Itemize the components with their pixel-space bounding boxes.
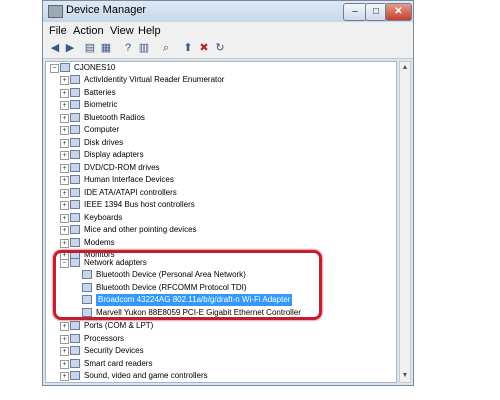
expand-icon[interactable]: +: [60, 101, 69, 110]
expand-icon[interactable]: +: [60, 213, 69, 223]
minimize-button[interactable]: –: [343, 3, 367, 21]
tree-category-row-label: Smart card readers: [84, 358, 153, 368]
menu-view[interactable]: View: [110, 25, 134, 37]
device-category-icon: [70, 162, 80, 172]
menu-action[interactable]: Action: [73, 25, 104, 37]
tree-category-row-label: Batteries: [84, 87, 116, 97]
expand-icon[interactable]: +: [60, 226, 69, 235]
device-category-icon: [70, 137, 80, 147]
device-category-icon: [70, 212, 80, 222]
expand-icon[interactable]: +: [60, 322, 69, 331]
tree-category-row-label: ActivIdentity Virtual Reader Enumerator: [84, 75, 225, 84]
device-category-icon: [70, 321, 80, 330]
menu-file[interactable]: File: [49, 25, 67, 37]
expand-icon[interactable]: +: [60, 138, 69, 148]
computer-icon: [60, 63, 70, 72]
expand-icon[interactable]: +: [60, 176, 69, 185]
window-title: Device Manager: [66, 4, 147, 16]
scroll-up-icon[interactable]: ▲: [400, 63, 410, 73]
vertical-scrollbar[interactable]: ▲ ▼: [399, 61, 411, 383]
collapse-icon[interactable]: −: [50, 64, 59, 73]
network-adapters-highlight: [53, 250, 322, 320]
expand-icon[interactable]: +: [60, 188, 69, 198]
title-bar[interactable]: Device Manager – □ ✕: [43, 1, 413, 22]
forward-arrow-icon[interactable]: ▶: [63, 42, 77, 55]
toolbar: ◀ ▶ ▤ ▦ ? ▥ ⌕ ⬆ ✖ ↻: [43, 40, 413, 59]
tree-category-row-label: Mice and other pointing devices: [84, 225, 197, 234]
tree-category-row-label: DVD/CD-ROM drives: [84, 162, 160, 172]
device-category-icon: [70, 358, 80, 368]
expand-icon[interactable]: +: [60, 359, 69, 369]
tree-category-row-label: IDE ATA/ATAPI controllers: [84, 187, 177, 197]
tree-category-row-label: Computer: [84, 125, 120, 134]
device-manager-window: Device Manager – □ ✕ File Action View He…: [42, 0, 414, 386]
expand-icon[interactable]: +: [60, 76, 69, 85]
menu-help[interactable]: Help: [138, 25, 161, 37]
device-category-icon: [70, 87, 80, 97]
enable-device-icon[interactable]: ↻: [213, 42, 227, 55]
tree-category-row-label: Ports (COM & LPT): [84, 321, 154, 330]
expand-icon[interactable]: +: [60, 113, 69, 123]
root-label: CJONES10: [74, 63, 116, 72]
device-category-icon: [70, 371, 80, 380]
expand-icon[interactable]: +: [60, 88, 69, 98]
help-icon[interactable]: ?: [121, 42, 135, 55]
device-category-icon: [70, 237, 80, 247]
device-category-icon: [70, 75, 80, 84]
close-button[interactable]: ✕: [385, 3, 412, 21]
device-category-icon: [70, 175, 80, 184]
back-arrow-icon[interactable]: ◀: [48, 42, 62, 55]
scroll-down-icon[interactable]: ▼: [400, 371, 410, 381]
expand-icon[interactable]: +: [60, 372, 69, 381]
scan-hardware-icon[interactable]: ⌕: [159, 42, 173, 55]
show-hide-tree-icon[interactable]: ▤: [83, 42, 97, 55]
device-category-icon: [70, 346, 80, 355]
tree-category-row-label: Human Interface Devices: [84, 175, 174, 184]
tree-category-row-label: Disk drives: [84, 137, 124, 147]
device-category-icon: [70, 125, 80, 134]
device-category-icon: [70, 333, 80, 343]
tree-category-row-label: Modems: [84, 237, 115, 247]
device-tree[interactable]: − CJONES10 + ActivIdentity Virtual Reader…: [45, 61, 397, 383]
device-category-icon: [70, 112, 80, 122]
tree-category-row-label: Display adapters: [84, 150, 144, 159]
tree-category-row-label: Biometric: [84, 100, 118, 109]
tree-category-row-label: Keyboards: [84, 212, 123, 222]
expand-icon[interactable]: +: [60, 126, 69, 135]
tree-category-row-label: Bluetooth Radios: [84, 112, 145, 122]
maximize-button[interactable]: □: [365, 3, 387, 21]
device-category-icon: [70, 100, 80, 109]
tree-category-row-label: Security Devices: [84, 346, 144, 355]
device-category-icon: [70, 200, 80, 209]
properties-icon[interactable]: ▦: [99, 42, 113, 55]
uninstall-icon[interactable]: ✖: [197, 42, 211, 55]
tree-category-row-label: Sound, video and game controllers: [84, 371, 208, 380]
device-category-icon: [70, 225, 80, 234]
expand-icon[interactable]: +: [60, 238, 69, 248]
device-category-icon: [70, 150, 80, 159]
expand-icon[interactable]: +: [60, 201, 69, 210]
expand-icon[interactable]: +: [60, 347, 69, 356]
expand-icon[interactable]: +: [60, 151, 69, 160]
device-category-icon: [70, 187, 80, 197]
view-icon[interactable]: ▥: [137, 42, 151, 55]
tree-category-row-label: Processors: [84, 333, 125, 343]
expand-icon[interactable]: +: [60, 163, 69, 173]
device-manager-icon: [48, 5, 63, 18]
menu-bar: File Action View Help: [43, 22, 413, 40]
update-driver-icon[interactable]: ⬆: [181, 42, 195, 55]
tree-category-row-label: IEEE 1394 Bus host controllers: [84, 200, 195, 209]
expand-icon[interactable]: +: [60, 334, 69, 344]
